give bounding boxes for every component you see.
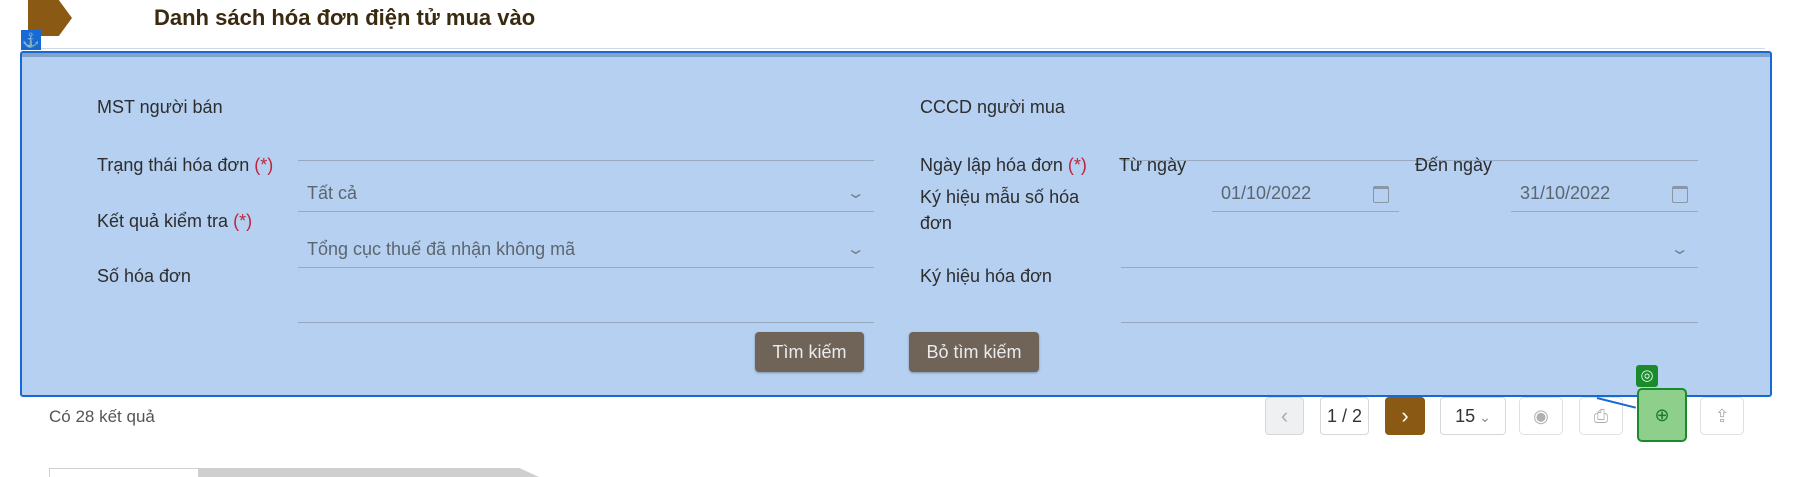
from-date-label: Từ ngày bbox=[1119, 155, 1187, 175]
result-count: Có 28 kết quả bbox=[49, 407, 155, 426]
chevron-down-icon: ⌄ bbox=[1475, 409, 1491, 425]
page-size-select[interactable]: 15 ⌄ bbox=[1440, 397, 1506, 435]
template-symbol-select[interactable]: ⌄ bbox=[1121, 235, 1698, 268]
invoice-number-label: Số hóa đơn bbox=[97, 266, 191, 286]
invoice-status-value: Tất cả bbox=[307, 183, 358, 203]
invoice-symbol-label: Ký hiệu hóa đơn bbox=[920, 266, 1052, 286]
invoice-status-select[interactable]: Tất cả ⌄ bbox=[298, 179, 874, 212]
search-panel: MST người bán CCCD người mua Trạng thái … bbox=[20, 51, 1772, 397]
tab-active[interactable] bbox=[49, 468, 199, 477]
page-title: Danh sách hóa đơn điện tử mua vào bbox=[154, 5, 536, 30]
chevron-right-icon: › bbox=[1401, 403, 1409, 428]
required-marker: (*) bbox=[254, 155, 274, 175]
page-header: Danh sách hóa đơn điện tử mua vào bbox=[0, 0, 1793, 42]
calendar-icon[interactable] bbox=[1672, 186, 1688, 203]
seller-tax-code-label: MST người bán bbox=[97, 97, 223, 117]
page-indicator: 1 / 2 bbox=[1320, 397, 1369, 435]
target-icon[interactable]: ⊕ bbox=[1637, 388, 1687, 442]
clear-search-button[interactable]: Bỏ tìm kiếm bbox=[909, 332, 1039, 372]
chevron-down-icon: ⌄ bbox=[845, 185, 866, 202]
view-icon[interactable]: ◉ bbox=[1519, 397, 1563, 435]
header-divider bbox=[28, 48, 1765, 49]
invoice-status-label: Trạng thái hóa đơn (*) bbox=[97, 155, 273, 176]
required-marker: (*) bbox=[233, 211, 253, 231]
invoice-date-label-text: Ngày lập hóa đơn bbox=[920, 155, 1063, 175]
check-result-value: Tổng cục thuế đã nhận không mã bbox=[307, 239, 576, 259]
prev-page-button[interactable]: ‹ bbox=[1265, 397, 1304, 435]
template-symbol-label-line1: Ký hiệu mẫu số hóa bbox=[920, 187, 1080, 207]
seller-tax-code-input[interactable] bbox=[298, 128, 874, 161]
next-page-button[interactable]: › bbox=[1385, 397, 1425, 435]
to-date-value: 31/10/2022 bbox=[1520, 183, 1611, 203]
required-marker: (*) bbox=[1067, 155, 1087, 175]
check-result-label: Kết quả kiểm tra (*) bbox=[97, 211, 252, 232]
check-result-label-text: Kết quả kiểm tra bbox=[97, 211, 229, 231]
from-date-input[interactable]: 01/10/2022 bbox=[1212, 179, 1399, 212]
template-symbol-label: Ký hiệu mẫu số hóa đơn bbox=[920, 184, 1079, 236]
chevron-down-icon: ⌄ bbox=[1669, 241, 1690, 258]
invoice-status-label-text: Trạng thái hóa đơn bbox=[97, 155, 250, 175]
buyer-id-label: CCCD người mua bbox=[920, 97, 1065, 117]
check-result-select[interactable]: Tổng cục thuế đã nhận không mã ⌄ bbox=[298, 235, 874, 268]
from-date-value: 01/10/2022 bbox=[1221, 183, 1312, 203]
chevron-left-icon: ‹ bbox=[1280, 403, 1289, 428]
calendar-icon[interactable] bbox=[1373, 186, 1389, 203]
template-symbol-label-line2: đơn bbox=[920, 213, 952, 233]
anchor-icon: ⚓ bbox=[21, 30, 41, 50]
invoice-number-input[interactable] bbox=[298, 290, 874, 323]
buyer-id-input[interactable] bbox=[1121, 128, 1698, 161]
invoice-symbol-input[interactable] bbox=[1121, 290, 1698, 323]
export-icon[interactable]: ⇪ bbox=[1700, 397, 1744, 435]
invoice-date-label: Ngày lập hóa đơn (*) bbox=[920, 155, 1087, 176]
search-button[interactable]: Tìm kiếm bbox=[755, 332, 864, 372]
target-badge-icon: ◎ bbox=[1636, 365, 1658, 387]
to-date-input[interactable]: 31/10/2022 bbox=[1511, 179, 1698, 212]
to-date-label: Đến ngày bbox=[1415, 155, 1493, 175]
panel-top-border bbox=[22, 53, 1770, 57]
page-size-value: 15 bbox=[1455, 406, 1476, 426]
chevron-down-icon: ⌄ bbox=[845, 241, 866, 258]
